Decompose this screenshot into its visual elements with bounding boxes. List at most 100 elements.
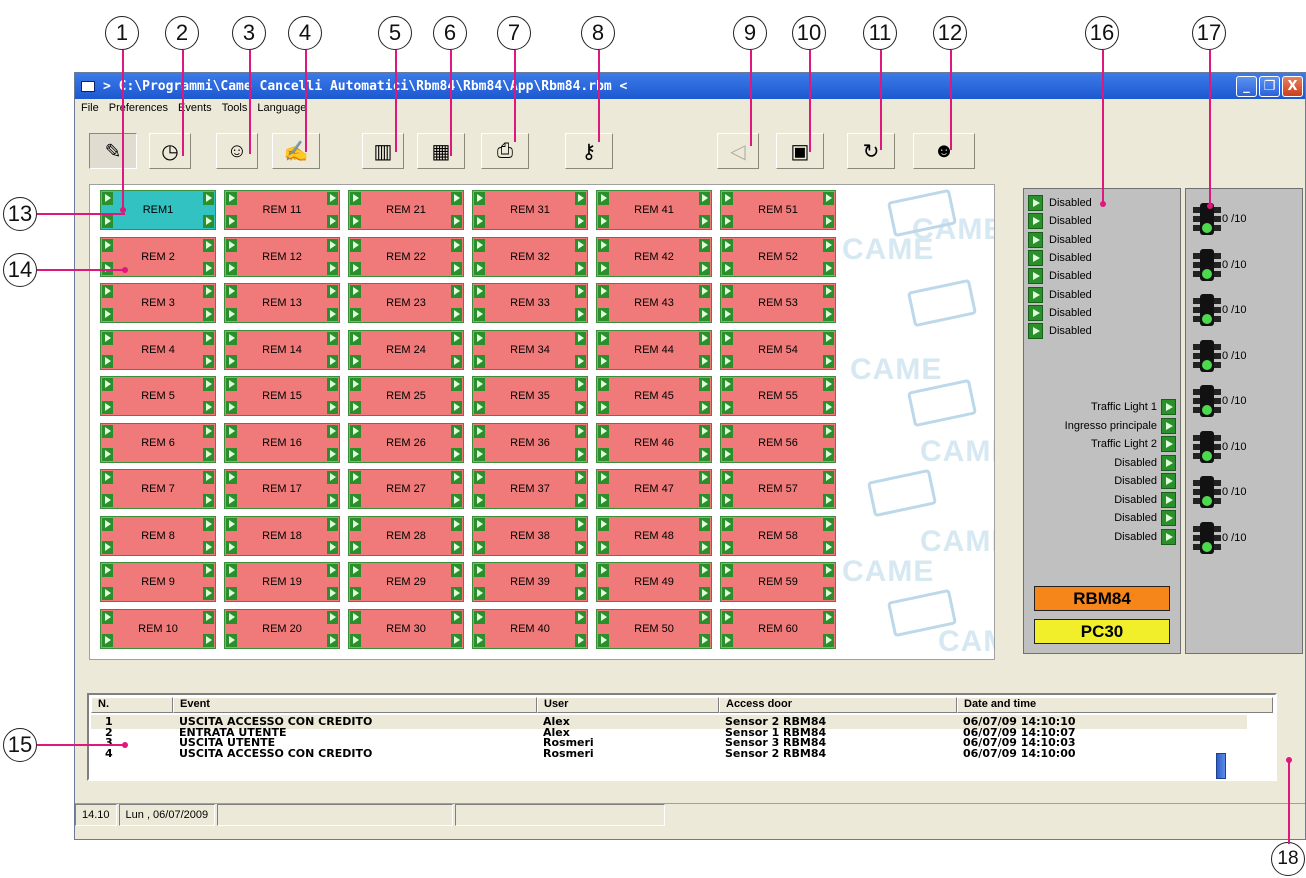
play-arrow-icon[interactable] [722, 633, 733, 647]
play-arrow-icon[interactable] [575, 261, 586, 275]
remote-tile-rem10[interactable]: REM 10 [100, 608, 216, 649]
play-arrow-icon[interactable] [575, 633, 586, 647]
play-arrow-icon[interactable] [474, 471, 485, 484]
remote-tile-rem49[interactable]: REM 49 [596, 562, 712, 602]
play-arrow-icon[interactable] [823, 424, 834, 438]
play-arrow-icon[interactable] [350, 331, 361, 345]
play-arrow-icon[interactable] [226, 587, 237, 600]
play-arrow-icon[interactable] [722, 564, 733, 577]
play-arrow-icon[interactable] [1028, 231, 1043, 248]
play-arrow-icon[interactable] [474, 378, 485, 391]
remote-tile-rem8[interactable]: REM 8 [100, 515, 216, 556]
play-arrow-icon[interactable] [327, 540, 338, 554]
remote-tile-rem34[interactable]: REM 34 [472, 329, 588, 370]
play-arrow-icon[interactable] [823, 633, 834, 647]
play-arrow-icon[interactable] [598, 238, 609, 252]
play-arrow-icon[interactable] [102, 192, 113, 205]
play-arrow-icon[interactable] [350, 285, 361, 298]
play-arrow-icon[interactable] [451, 424, 462, 438]
menu-tools[interactable]: Tools [222, 102, 248, 114]
remote-tile-rem58[interactable]: REM 58 [720, 515, 836, 556]
play-arrow-icon[interactable] [598, 424, 609, 438]
play-arrow-icon[interactable] [102, 424, 113, 438]
play-arrow-icon[interactable] [451, 354, 462, 368]
play-arrow-icon[interactable] [102, 610, 113, 624]
play-arrow-icon[interactable] [699, 378, 710, 391]
play-arrow-icon[interactable] [1161, 473, 1176, 489]
toolbar-button-12[interactable]: ☻ [913, 133, 975, 169]
toolbar-button-1[interactable]: ✎ [89, 133, 137, 169]
play-arrow-icon[interactable] [1161, 454, 1176, 471]
play-arrow-icon[interactable] [203, 192, 214, 205]
close-button[interactable]: X [1282, 76, 1303, 97]
play-arrow-icon[interactable] [722, 378, 733, 391]
play-arrow-icon[interactable] [575, 285, 586, 298]
play-arrow-icon[interactable] [575, 471, 586, 484]
remote-tile-rem15[interactable]: REM 15 [224, 376, 340, 416]
play-arrow-icon[interactable] [327, 238, 338, 252]
play-arrow-icon[interactable] [699, 238, 710, 252]
play-arrow-icon[interactable] [203, 494, 214, 507]
play-arrow-icon[interactable] [474, 424, 485, 438]
remote-tile-rem51[interactable]: REM 51 [720, 190, 836, 230]
toolbar-button-5[interactable]: ▥ [362, 133, 404, 169]
toolbar-button-7[interactable]: ⎙ [481, 133, 529, 169]
play-arrow-icon[interactable] [699, 354, 710, 368]
play-arrow-icon[interactable] [575, 610, 586, 624]
play-arrow-icon[interactable] [823, 494, 834, 507]
play-arrow-icon[interactable] [102, 494, 113, 507]
play-arrow-icon[interactable] [598, 517, 609, 531]
traffic-light-icon[interactable] [1192, 385, 1222, 417]
play-arrow-icon[interactable] [598, 494, 609, 507]
play-arrow-icon[interactable] [1028, 286, 1043, 303]
play-arrow-icon[interactable] [474, 447, 485, 461]
play-arrow-icon[interactable] [598, 564, 609, 577]
play-arrow-icon[interactable] [203, 587, 214, 600]
play-arrow-icon[interactable] [722, 447, 733, 461]
toolbar-button-6[interactable]: ▦ [417, 133, 465, 169]
table-cell[interactable]: Sensor 2 RBM84 [725, 747, 826, 760]
play-arrow-icon[interactable] [598, 610, 609, 624]
play-arrow-icon[interactable] [722, 494, 733, 507]
play-arrow-icon[interactable] [598, 261, 609, 275]
play-arrow-icon[interactable] [203, 378, 214, 391]
remote-tile-rem44[interactable]: REM 44 [596, 329, 712, 370]
play-arrow-icon[interactable] [823, 285, 834, 298]
play-arrow-icon[interactable] [350, 378, 361, 391]
play-arrow-icon[interactable] [350, 517, 361, 531]
remote-tile-rem41[interactable]: REM 41 [596, 190, 712, 230]
play-arrow-icon[interactable] [327, 424, 338, 438]
remote-tile-rem13[interactable]: REM 13 [224, 283, 340, 323]
play-arrow-icon[interactable] [327, 517, 338, 531]
play-arrow-icon[interactable] [350, 610, 361, 624]
play-arrow-icon[interactable] [823, 471, 834, 484]
title-bar[interactable]: > C:\Programmi\Came Cancelli Automatici\… [75, 73, 1305, 99]
play-arrow-icon[interactable] [474, 215, 485, 228]
play-arrow-icon[interactable] [350, 471, 361, 484]
device-rbm84-label[interactable]: RBM84 [1034, 586, 1170, 611]
play-arrow-icon[interactable] [722, 192, 733, 205]
play-arrow-icon[interactable] [226, 285, 237, 298]
play-arrow-icon[interactable] [350, 633, 361, 647]
play-arrow-icon[interactable] [598, 633, 609, 647]
play-arrow-icon[interactable] [226, 471, 237, 484]
remote-tile-rem24[interactable]: REM 24 [348, 329, 464, 370]
play-arrow-icon[interactable] [226, 215, 237, 228]
play-arrow-icon[interactable] [327, 564, 338, 577]
play-arrow-icon[interactable] [226, 447, 237, 461]
play-arrow-icon[interactable] [1028, 304, 1043, 321]
play-arrow-icon[interactable] [598, 192, 609, 205]
play-arrow-icon[interactable] [823, 238, 834, 252]
play-arrow-icon[interactable] [226, 494, 237, 507]
remote-tile-rem47[interactable]: REM 47 [596, 469, 712, 509]
table-cell[interactable]: 06/07/09 14:10:00 [963, 747, 1076, 760]
play-arrow-icon[interactable] [598, 540, 609, 554]
play-arrow-icon[interactable] [823, 540, 834, 554]
play-arrow-icon[interactable] [350, 354, 361, 368]
menu-preferences[interactable]: Preferences [109, 102, 168, 114]
play-arrow-icon[interactable] [203, 261, 214, 275]
play-arrow-icon[interactable] [203, 285, 214, 298]
play-arrow-icon[interactable] [823, 261, 834, 275]
play-arrow-icon[interactable] [203, 238, 214, 252]
play-arrow-icon[interactable] [451, 494, 462, 507]
